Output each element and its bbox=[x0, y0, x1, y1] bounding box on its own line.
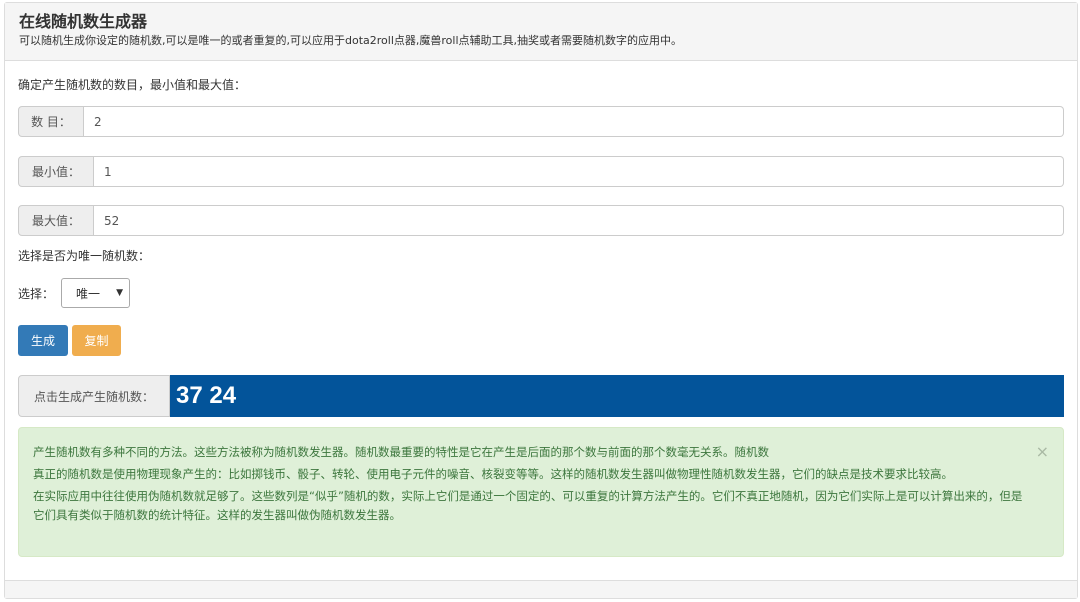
info-paragraph: 真正的随机数是使用物理现象产生的：比如掷钱币、骰子、转轮、使用电子元件的噪音、核… bbox=[33, 467, 953, 481]
select-label: 选择： bbox=[18, 287, 55, 301]
result-group: 点击生成产生随机数： 37 24 bbox=[18, 375, 1064, 417]
info-alert: × 产生随机数有多种不同的方法。这些方法被称为随机数发生器。随机数最重要的特性是… bbox=[18, 427, 1064, 557]
caret-down-icon: ▼ bbox=[116, 288, 123, 298]
generate-button[interactable]: 生成 bbox=[18, 325, 68, 356]
unique-select-value: 唯一 bbox=[76, 286, 101, 301]
page-title: 在线随机数生成器 bbox=[19, 12, 148, 31]
unique-select[interactable]: 唯一 ▼ bbox=[61, 278, 130, 308]
min-input[interactable]: 1 bbox=[94, 156, 1064, 187]
min-group: 最小值： 1 bbox=[18, 156, 1064, 187]
panel-footer bbox=[5, 580, 1077, 598]
min-label: 最小值： bbox=[18, 156, 94, 187]
info-paragraph: 在实际应用中往往使用伪随机数就足够了。这些数列是“似乎”随机的数，实际上它们是通… bbox=[33, 489, 1023, 522]
max-label: 最大值： bbox=[18, 205, 94, 236]
close-icon[interactable]: × bbox=[1036, 442, 1049, 461]
unique-prompt: 选择是否为唯一随机数： bbox=[18, 249, 151, 263]
count-input[interactable]: 2 bbox=[84, 106, 1064, 137]
info-paragraph: 产生随机数有多种不同的方法。这些方法被称为随机数发生器。随机数最重要的特性是它在… bbox=[33, 445, 769, 459]
count-label: 数 目： bbox=[18, 106, 84, 137]
result-label: 点击生成产生随机数： bbox=[18, 375, 170, 417]
page-subtitle: 可以随机生成你设定的随机数,可以是唯一的或者重复的,可以应用于dota2roll… bbox=[19, 34, 682, 47]
result-output: 37 24 bbox=[170, 375, 1064, 417]
max-input[interactable]: 52 bbox=[94, 205, 1064, 236]
panel-header: 在线随机数生成器 可以随机生成你设定的随机数,可以是唯一的或者重复的,可以应用于… bbox=[5, 3, 1077, 61]
max-group: 最大值： 52 bbox=[18, 205, 1064, 236]
intro-text: 确定产生随机数的数目，最小值和最大值： bbox=[18, 78, 247, 92]
copy-button[interactable]: 复制 bbox=[72, 325, 121, 356]
count-group: 数 目： 2 bbox=[18, 106, 1064, 137]
